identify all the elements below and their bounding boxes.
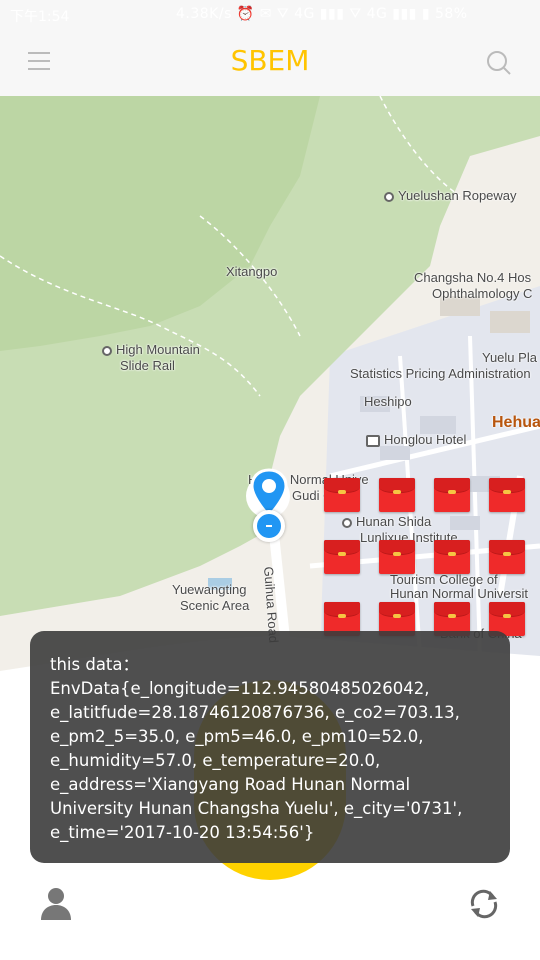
toast-line: EnvData{e_longitude=112.94580485026042, (50, 679, 430, 698)
map-label-tourism-2: Hunan Normal Universit (390, 586, 528, 601)
map-label-ropeway: Yuelushan Ropeway (384, 188, 517, 203)
map-label-shida: Hunan Shida (342, 514, 431, 529)
red-envelope-marker[interactable] (324, 540, 360, 574)
search-icon[interactable] (486, 50, 512, 76)
current-location-icon (253, 510, 285, 542)
map-label-hehua: Hehua (492, 414, 540, 431)
app-title: SBEM (230, 44, 310, 77)
map-label-yuelu-pla: Yuelu Pla (482, 350, 537, 365)
red-envelope-marker[interactable] (434, 540, 470, 574)
map-label-tourism: Tourism College of (390, 572, 498, 587)
map-view[interactable]: Yuelushan Ropeway Xitangpo Changsha No.4… (0, 96, 540, 686)
toast-line: e_pm2_5=35.0, e_pm5=46.0, e_pm10=52.0, (50, 727, 424, 746)
red-envelope-marker[interactable] (434, 478, 470, 512)
status-indicators: 4.38K/s ⏰ ✉ ⛛ 4G ▮▮▮ ⛛ 4G ▮▮▮ ▮ 58% (176, 6, 468, 22)
red-envelope-marker[interactable] (324, 478, 360, 512)
toast-line: this data： (50, 655, 140, 674)
data-toast: this data： EnvData{e_longitude=112.94580… (30, 631, 510, 863)
map-label-high-mountain: High Mountain (102, 342, 200, 357)
toast-line: e_address='Xiangyang Road Hunan Normal (50, 775, 411, 794)
user-icon[interactable] (40, 886, 72, 920)
toast-line: e_latitfude=28.18746120876736, e_co2=703… (50, 703, 460, 722)
red-envelope-marker[interactable] (379, 540, 415, 574)
map-label-heshipo: Heshipo (364, 394, 412, 409)
map-label-scenic-area: Scenic Area (180, 598, 250, 613)
red-envelope-marker[interactable] (489, 478, 525, 512)
status-bar: 下午1:54 4.38K/s ⏰ ✉ ⛛ 4G ▮▮▮ ⛛ 4G ▮▮▮ ▮ 5… (0, 0, 540, 30)
map-label-slide-rail: Slide Rail (120, 358, 175, 373)
status-time: 下午1:54 (10, 9, 70, 25)
map-label-hospital: Changsha No.4 Hos (414, 270, 532, 285)
toast-line: e_humidity=57.0, e_temperature=20.0, (50, 751, 381, 770)
map-label-yuewangting: Yuewangting (172, 582, 247, 597)
map-label-xitangpo: Xitangpo (226, 264, 278, 279)
map-label-statistics: Statistics Pricing Administration (350, 366, 531, 381)
toast-line: e_time='2017-10-20 13:54:56'} (50, 823, 315, 842)
map-label-hospital-2: Ophthalmology C (432, 286, 533, 301)
toast-line: University Hunan Changsha Yuelu', e_city… (50, 799, 463, 818)
red-envelope-marker[interactable] (379, 478, 415, 512)
refresh-icon[interactable] (466, 886, 502, 922)
red-envelope-marker[interactable] (489, 540, 525, 574)
app-bar: SBEM (0, 30, 540, 96)
map-label-honglou-hotel: Honglou Hotel (366, 432, 466, 447)
